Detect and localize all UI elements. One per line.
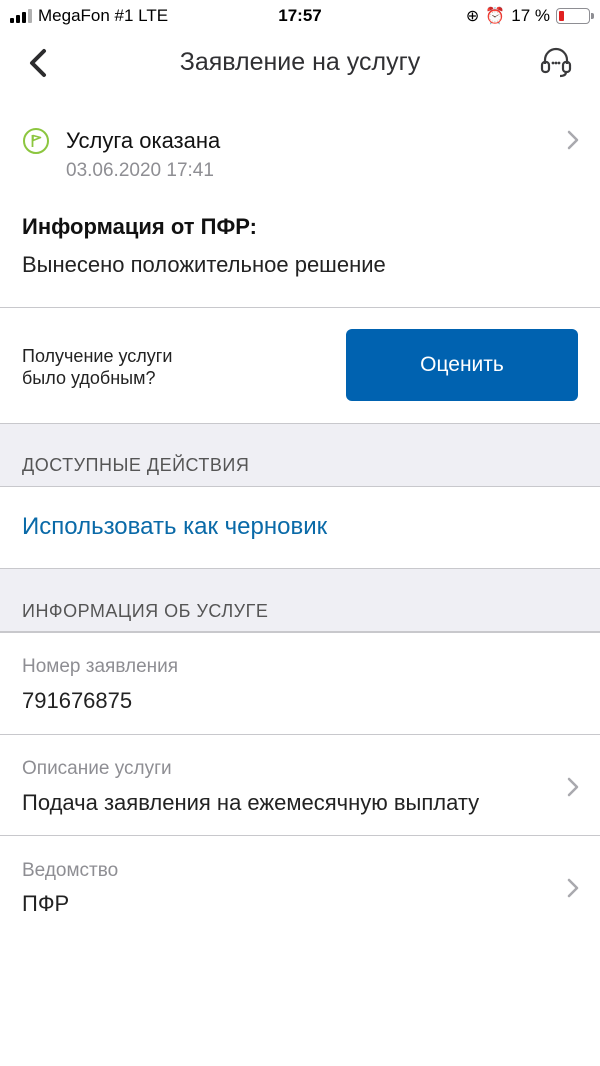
info-row-service-description[interactable]: Описание услуги Подача заявления на ежем… — [0, 735, 600, 835]
flag-status-icon — [23, 128, 49, 154]
service-info-section-header: ИНФОРМАЦИЯ ОБ УСЛУГЕ — [0, 568, 600, 633]
use-as-draft-link[interactable]: Использовать как черновик — [22, 513, 327, 541]
info-value: Подача заявления на ежемесячную выплату — [22, 790, 480, 815]
divider — [0, 307, 600, 308]
info-value: ПФР — [22, 891, 70, 916]
chevron-right-icon — [567, 777, 579, 797]
info-value: 791676875 — [22, 688, 133, 713]
headset-icon — [540, 47, 572, 78]
battery-percent: 17 % — [511, 6, 550, 25]
orientation-lock-icon: ⊕ — [465, 8, 480, 25]
actions-section-header: ДОСТУПНЫЕ ДЕЙСТВИЯ — [0, 423, 600, 487]
rating-question: Получение услуги было удобным? — [22, 346, 173, 388]
page-title: Заявление на услугу — [179, 48, 421, 76]
chevron-right-icon — [567, 878, 579, 898]
alarm-icon: ⏰ — [485, 8, 506, 25]
pfr-info-label: Информация от ПФР: — [22, 214, 257, 239]
rate-button[interactable]: Оценить — [346, 329, 578, 401]
navigation-bar: Заявление на услугу — [0, 32, 600, 94]
info-key: Номер заявления — [22, 656, 179, 677]
info-row-application-number: Номер заявления 791676875 — [0, 634, 600, 734]
service-info-header-label: ИНФОРМАЦИЯ ОБ УСЛУГЕ — [22, 601, 269, 621]
chevron-right-icon — [567, 130, 579, 150]
pfr-info-text: Вынесено положительное решение — [22, 252, 386, 277]
battery-icon — [556, 8, 594, 24]
service-status-row[interactable]: Услуга оказана 03.06.2020 17:41 — [0, 112, 600, 192]
status-bar: MegaFon #1 LTE 17:57 ⊕ ⏰ 17 % — [0, 0, 600, 32]
battery-fill — [559, 11, 564, 21]
info-key: Ведомство — [22, 860, 119, 881]
actions-header-label: ДОСТУПНЫЕ ДЕЙСТВИЯ — [22, 455, 250, 475]
support-button[interactable] — [538, 44, 574, 80]
info-row-department[interactable]: Ведомство ПФР — [0, 836, 600, 936]
status-title: Услуга оказана — [66, 128, 221, 153]
status-date: 03.06.2020 17:41 — [66, 160, 214, 181]
info-key: Описание услуги — [22, 758, 172, 779]
